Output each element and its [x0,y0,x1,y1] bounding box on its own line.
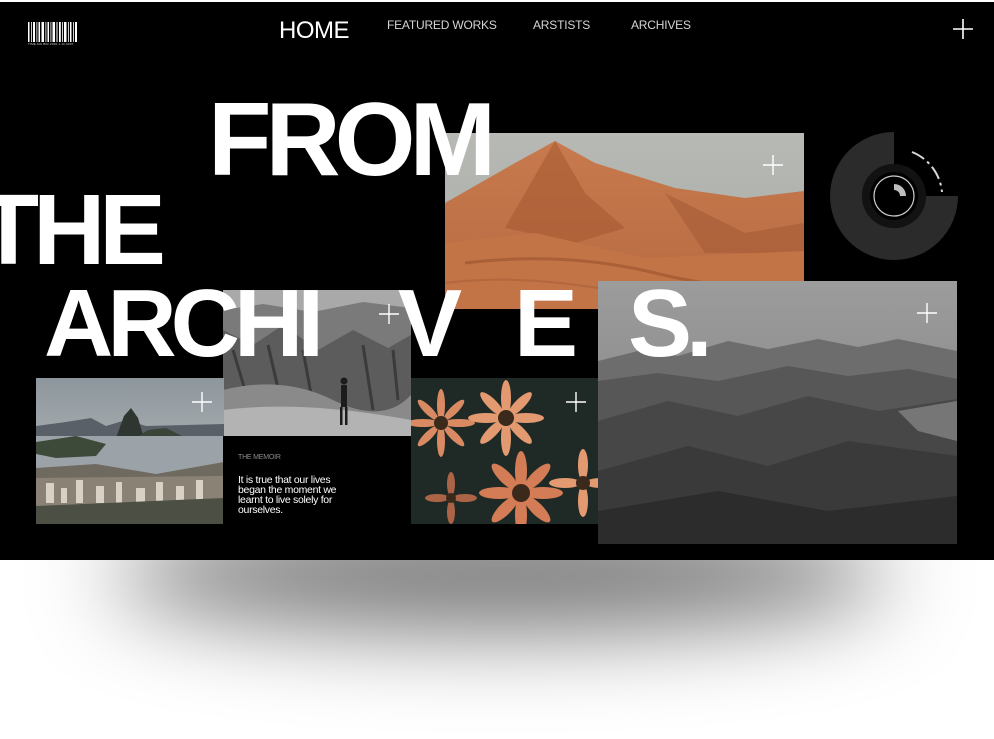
hero-title-from: FROM [208,82,496,198]
rio-expand-plus-icon[interactable] [192,392,212,412]
memoir-tag: THE MEMOIR [238,454,281,461]
barcode-caption: TIME.MO.BIR.2000.1.12.0007 [28,42,74,46]
hero-title-the: THE [0,174,166,286]
hero-title-s: S. [628,270,713,377]
nav-home-link[interactable]: HOME [279,17,350,45]
nav-archives-link[interactable]: ARCHIVES [631,18,691,32]
nav-featured-works-link[interactable]: FEATURED WORKS [387,18,497,32]
mountains-expand-plus-icon[interactable] [917,303,937,323]
hero-title-v: V [398,270,462,377]
flowers-expand-plus-icon[interactable] [566,392,586,412]
desert-expand-plus-icon[interactable] [763,155,783,175]
hero-title-archi: ARCHI [44,270,324,377]
memoir-quote: It is true that our lives began the mome… [238,474,337,516]
hero-section: TIME.MO.BIR.2000.1.12.0007 HOME FEATURED… [0,2,994,560]
dial-graphic [830,132,958,260]
menu-plus-icon[interactable] [952,18,974,40]
canyon-expand-plus-icon[interactable] [379,304,399,324]
nav-artists-link[interactable]: ARSTISTS [533,18,590,32]
hero-title-e: E [514,270,578,377]
